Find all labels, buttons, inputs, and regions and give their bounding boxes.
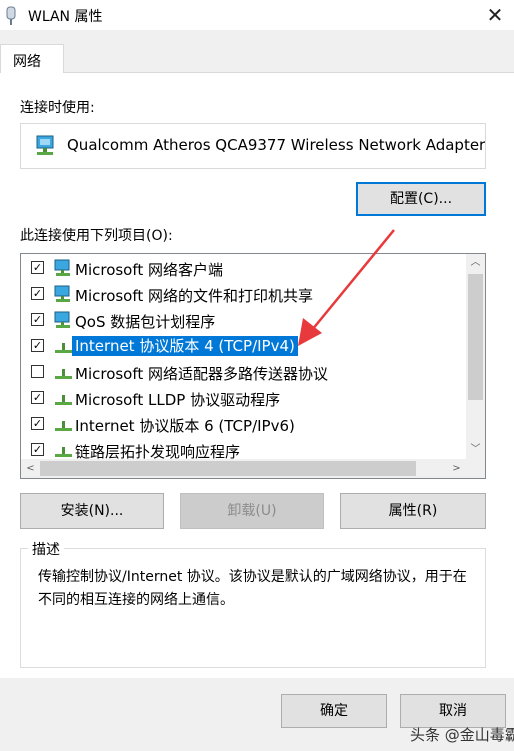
description-title: 描述	[28, 539, 64, 559]
protocol-icon	[55, 343, 72, 353]
description-text: 传输控制协议/Internet 协议。该协议是默认的广域网络协议，用于在不同的相…	[38, 569, 467, 608]
horizontal-scrollbar[interactable]: < >	[21, 459, 485, 478]
item-checkbox[interactable]: ✓	[31, 391, 44, 404]
scroll-left-icon[interactable]: <	[21, 459, 40, 478]
list-item[interactable]: ✓ Microsoft 网络的文件和打印机共享	[21, 281, 461, 307]
vertical-scrollbar[interactable]: ︿ ﹀	[466, 254, 485, 459]
list-item[interactable]: Microsoft 网络适配器多路传送器协议	[21, 359, 461, 385]
vertical-scroll-thumb[interactable]	[468, 274, 483, 400]
cancel-button[interactable]: 取消	[400, 694, 506, 728]
network-client-icon	[54, 259, 70, 276]
item-checkbox[interactable]: ✓	[31, 443, 44, 456]
wlan-window-icon	[6, 6, 16, 25]
install-button[interactable]: 安装(N)...	[20, 493, 164, 529]
network-adapter-icon	[36, 135, 54, 155]
list-item[interactable]: ✓ Microsoft 网络客户端	[21, 255, 461, 281]
title-bar: WLAN 属性 ✕	[0, 0, 514, 30]
adapter-name: Qualcomm Atheros QCA9377 Wireless Networ…	[67, 136, 486, 154]
item-checkbox[interactable]: ✓	[31, 287, 44, 300]
properties-button-label: 属性(R)	[388, 503, 438, 519]
scroll-right-icon[interactable]: >	[447, 459, 466, 478]
tab-network-label: 网络	[13, 54, 41, 70]
item-label: Microsoft 网络的文件和打印机共享	[75, 287, 314, 305]
watermark: 头条 @金山毒霸	[410, 726, 514, 744]
list-item[interactable]: ✓ Microsoft LLDP 协议驱动程序	[21, 385, 461, 411]
list-item[interactable]: ✓ Internet 协议版本 6 (TCP/IPv6)	[21, 411, 461, 437]
cancel-button-label: 取消	[439, 703, 467, 719]
item-checkbox[interactable]: ✓	[31, 339, 44, 352]
protocol-icon	[55, 395, 72, 405]
ok-button-label: 确定	[320, 703, 348, 719]
horizontal-scroll-thumb[interactable]	[40, 461, 416, 476]
configure-button[interactable]: 配置(C)...	[356, 182, 486, 216]
item-label: Microsoft LLDP 协议驱动程序	[75, 391, 281, 409]
items-list[interactable]: ✓ Microsoft 网络客户端 ✓ Microsoft 网络的文件和打印机共…	[20, 253, 486, 479]
protocol-icon	[55, 447, 72, 457]
tab-network[interactable]: 网络	[0, 44, 64, 73]
configure-button-label: 配置(C)...	[389, 191, 453, 207]
uninstall-button: 卸载(U)	[180, 493, 324, 529]
items-label: 此连接使用下列项目(O):	[20, 228, 173, 244]
ok-button[interactable]: 确定	[281, 694, 387, 728]
connect-using-label: 连接时使用:	[20, 100, 95, 116]
properties-button[interactable]: 属性(R)	[340, 493, 486, 529]
protocol-icon	[55, 369, 72, 379]
list-item[interactable]: ✓ QoS 数据包计划程序	[21, 307, 461, 333]
network-client-icon	[54, 311, 70, 328]
item-label: QoS 数据包计划程序	[75, 313, 216, 331]
item-checkbox[interactable]: ✓	[31, 261, 44, 274]
close-button[interactable]: ✕	[482, 2, 508, 28]
item-label: Internet 协议版本 4 (TCP/IPv4)	[72, 336, 298, 356]
item-checkbox[interactable]	[31, 365, 44, 378]
list-item-selected[interactable]: ✓ Internet 协议版本 4 (TCP/IPv4)	[21, 333, 461, 359]
scroll-up-icon[interactable]: ︿	[466, 254, 485, 272]
scroll-down-icon[interactable]: ﹀	[466, 441, 485, 459]
network-client-icon	[54, 285, 70, 302]
scrollbar-corner	[466, 459, 485, 478]
protocol-icon	[55, 421, 72, 431]
window-title: WLAN 属性	[28, 9, 103, 25]
item-checkbox[interactable]: ✓	[31, 313, 44, 326]
install-button-label: 安装(N)...	[60, 503, 124, 519]
item-label: Microsoft 网络客户端	[75, 261, 224, 279]
adapter-box: Qualcomm Atheros QCA9377 Wireless Networ…	[20, 123, 486, 169]
uninstall-button-label: 卸载(U)	[227, 503, 277, 519]
item-label: Microsoft 网络适配器多路传送器协议	[75, 365, 329, 383]
item-label: Internet 协议版本 6 (TCP/IPv6)	[75, 417, 295, 435]
item-checkbox[interactable]: ✓	[31, 417, 44, 430]
